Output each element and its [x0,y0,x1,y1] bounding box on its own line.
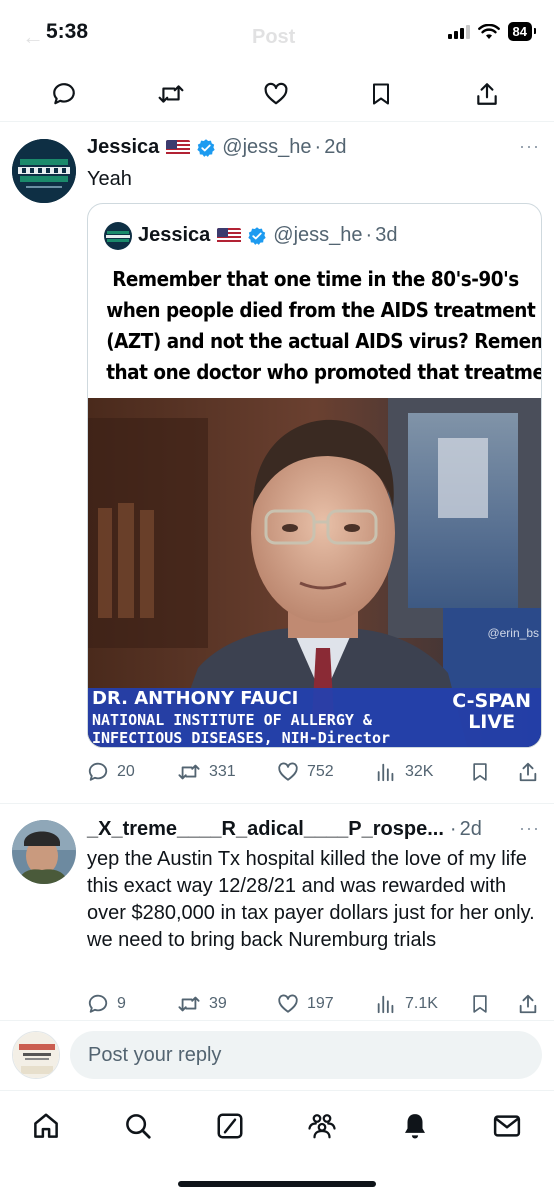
post-age: 2d [459,818,482,840]
quote-author-name: Jessica [138,224,211,246]
messages-icon[interactable] [490,1109,524,1143]
reply-button[interactable]: 20 [87,761,135,783]
retweet-icon[interactable] [157,80,185,108]
engagement-row: 20 331 752 32K [87,761,542,791]
like-icon [278,762,298,781]
views-button[interactable]: 7.1K [375,993,438,1015]
status-time: 5:38 [46,20,89,43]
retweet-icon [178,764,200,780]
quoted-post[interactable]: Jessica @jess_he · 3d Remember that one … [87,203,542,748]
status-icons: 84 [447,22,537,41]
reply-count: 20 [117,763,135,780]
grok-icon[interactable] [213,1109,247,1143]
quote-author-handle: @jess_he [273,224,363,246]
share-button[interactable] [517,761,539,783]
like-count: 752 [307,763,334,780]
wifi-icon [477,23,500,39]
quote-avatar [104,222,132,250]
share-icon [519,762,537,782]
like-icon [278,994,298,1013]
separator-dot: · [365,224,373,246]
meme-caption-line: (AZT) and not the actual AIDS virus? Rem… [106,329,542,353]
bookmark-button[interactable] [470,761,490,783]
repost-count: 331 [209,763,236,780]
comment-icon[interactable] [50,80,78,108]
avatar[interactable] [12,139,76,203]
network-logo: C-SPAN LIVE [452,691,531,733]
meme-caption-line: that one doctor who promoted that treatm… [106,360,542,384]
home-icon[interactable] [29,1109,63,1143]
lower-third-name: DR. ANTHONY FAUCI [92,688,299,709]
quote-post-age: 3d [375,224,398,246]
status-bar: ← Post 5:38 84 [0,0,554,64]
like-button[interactable]: 197 [277,993,334,1015]
avatar[interactable] [12,820,76,884]
bookmark-icon [473,995,487,1013]
more-options-icon[interactable]: ··· [519,818,540,839]
comment-icon [88,994,108,1013]
meme-caption: Remember that one time in the 80's-90's … [106,264,542,399]
reply-input[interactable]: Post your reply [70,1031,542,1079]
communities-icon[interactable] [305,1109,339,1143]
comment-icon [88,762,108,781]
engagement-row: 9 39 197 7.1K [87,993,542,1023]
tweet-text: Yeah [87,168,132,190]
bookmark-button[interactable] [470,993,490,1015]
view-count: 7.1K [405,995,438,1012]
notifications-icon[interactable] [398,1109,432,1143]
bookmark-icon[interactable] [367,80,395,108]
bookmark-icon [473,763,487,781]
like-count: 197 [307,995,334,1012]
network-live-label: LIVE [468,711,516,733]
author-name[interactable]: _X_treme____R_adical____P_rospe... [87,818,444,841]
quote-author-row: Jessica @jess_he · 3d [138,224,397,247]
repost-count: 39 [209,995,227,1012]
network-name: C-SPAN [452,690,531,712]
meme-caption-line: Remember that one time in the 80's-90's [112,267,519,291]
more-options-icon[interactable]: ··· [519,136,540,157]
lower-third-title: NATIONAL INSTITUTE OF ALLERGY & [92,711,372,729]
like-button[interactable]: 752 [277,761,334,783]
author-row: _X_treme____R_adical____P_rospe... · 2d [87,818,482,841]
reply-count: 9 [117,995,126,1012]
battery-icon: 84 [507,22,537,41]
reply-composer: Post your reply [0,1020,554,1090]
views-button[interactable]: 32K [375,761,433,783]
meme-caption-line: when people died from the AIDS treatment [106,298,536,322]
view-count: 32K [405,763,434,780]
lower-third-title: INFECTIOUS DISEASES, NIH-Director [92,729,391,747]
separator-dot: · [314,136,322,158]
views-icon [377,763,394,782]
share-button[interactable] [517,993,539,1015]
retweet-icon [178,996,200,1012]
author-name[interactable]: Jessica [87,136,159,159]
like-icon[interactable] [262,80,290,108]
reply-button[interactable]: 9 [87,993,126,1015]
photo-watermark: @erin_bs [487,626,539,640]
views-icon [377,995,394,1014]
us-flag-icon [217,227,242,244]
verified-badge-icon [248,226,266,245]
repost-button[interactable]: 39 [177,993,227,1015]
meme-photo[interactable]: @erin_bs DR. ANTHONY FAUCI NATIONAL INST… [88,398,541,747]
author-handle[interactable]: @jess_he [222,136,311,159]
home-indicator[interactable] [178,1181,376,1187]
ghost-page-title: Post [252,26,296,48]
share-icon[interactable] [473,80,501,108]
reply-tweet[interactable]: _X_treme____R_adical____P_rospe... · 2d … [0,804,554,1020]
us-flag-icon [166,139,191,156]
back-arrow-icon: ← [22,24,44,49]
repost-button[interactable]: 331 [177,761,236,783]
post-age: 2d [324,136,347,158]
separator-dot: · [449,818,457,840]
verified-badge-icon [197,138,215,157]
tweet-text: yep the Austin Tx hospital killed the lo… [87,848,535,951]
cellular-signal-icon [447,24,470,39]
search-icon[interactable] [121,1109,155,1143]
share-icon [519,994,537,1014]
my-avatar[interactable] [12,1031,60,1079]
post-action-bar [0,64,554,122]
author-row: Jessica @jess_he · 2d [87,136,346,159]
